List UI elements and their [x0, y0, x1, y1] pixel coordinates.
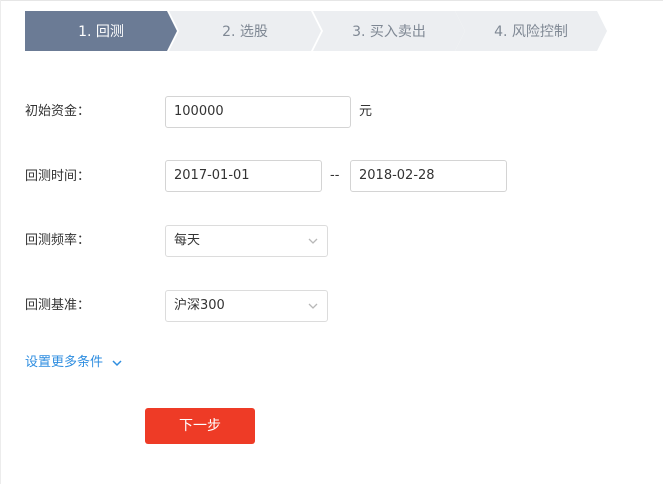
step-risk-control[interactable]: 4. 风险控制 — [455, 11, 607, 51]
left-divider — [0, 0, 1, 484]
benchmark-label: 回测基准： — [25, 298, 91, 313]
frequency-select[interactable]: 每天 — [165, 225, 328, 257]
backtest-wizard-page: 1. 回测 2. 选股 3. 买入卖出 4. 风险控制 初始资金： 100000… — [0, 0, 663, 484]
frequency-label: 回测频率： — [25, 233, 91, 248]
capital-input[interactable]: 100000 — [165, 96, 351, 128]
step-buy-sell[interactable]: 3. 买入卖出 — [313, 11, 465, 51]
benchmark-select[interactable]: 沪深300 — [165, 290, 328, 322]
period-label: 回测时间： — [25, 169, 91, 184]
step-bar: 1. 回测 2. 选股 3. 买入卖出 4. 风险控制 — [25, 11, 625, 51]
start-date-input[interactable]: 2017-01-01 — [165, 160, 322, 192]
step-select-stocks[interactable]: 2. 选股 — [169, 11, 321, 51]
chevron-down-icon — [308, 303, 318, 309]
benchmark-value: 沪深300 — [174, 298, 225, 313]
more-conditions-link[interactable]: 设置更多条件 — [25, 353, 123, 373]
date-separator: -- — [330, 168, 340, 183]
step-backtest[interactable]: 1. 回测 — [25, 11, 177, 51]
next-step-button[interactable]: 下一步 — [145, 408, 255, 444]
step-label: 4. 风险控制 — [494, 24, 568, 40]
more-conditions-label: 设置更多条件 — [25, 355, 104, 370]
step-label: 1. 回测 — [78, 24, 124, 40]
step-label: 2. 选股 — [222, 24, 268, 40]
capital-label: 初始资金： — [25, 104, 91, 119]
frequency-value: 每天 — [174, 233, 201, 248]
chevron-down-icon — [308, 238, 318, 244]
end-date-input[interactable]: 2018-02-28 — [350, 160, 507, 192]
step-label: 3. 买入卖出 — [352, 24, 426, 40]
capital-unit: 元 — [359, 104, 373, 119]
chevron-down-icon — [112, 360, 122, 367]
top-divider — [0, 0, 663, 1]
